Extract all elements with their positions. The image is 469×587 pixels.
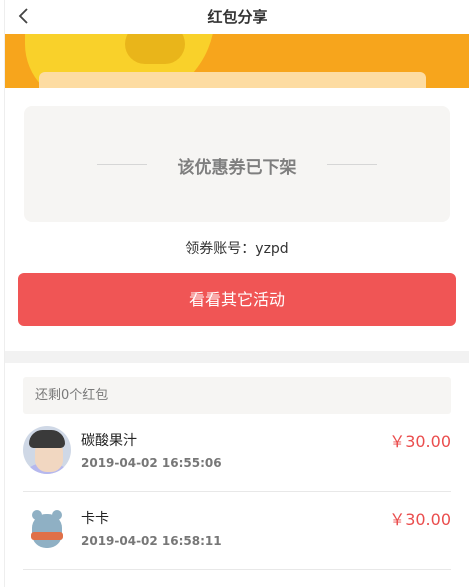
record-amount: ￥30.00: [389, 510, 451, 529]
avatar: [23, 426, 71, 474]
record-amount: ￥30.00: [389, 432, 451, 451]
page-title: 红包分享: [207, 8, 268, 26]
record-name: 卡卡: [81, 511, 109, 527]
coupon-status: 该优惠券已下架: [177, 158, 297, 178]
view-other-activities-button[interactable]: 看看其它活动: [18, 273, 456, 326]
account-label: 领券账号：yzpd: [185, 241, 289, 257]
remaining-count: 还剩0个红包: [23, 377, 451, 414]
list-item: 碳酸果汁 2019-04-02 16:55:06 ￥30.00: [23, 414, 451, 492]
section-separator: [5, 351, 469, 363]
list-item: 卡卡 2019-04-02 16:58:11 ￥30.00: [23, 492, 451, 570]
banner-image: [5, 34, 469, 88]
share-page: 红包分享 该优惠券已下架 领券账号：yzpd 看看其它活动 还剩0个红包 碳酸果…: [4, 0, 469, 587]
record-time: 2019-04-02 16:55:06: [81, 456, 222, 470]
coupon-card: 该优惠券已下架: [24, 106, 450, 222]
record-name: 碳酸果汁: [81, 433, 137, 449]
nav-bar: 红包分享: [5, 0, 469, 34]
avatar: [23, 504, 71, 552]
divider: [327, 164, 377, 165]
record-time: 2019-04-02 16:58:11: [81, 534, 222, 548]
